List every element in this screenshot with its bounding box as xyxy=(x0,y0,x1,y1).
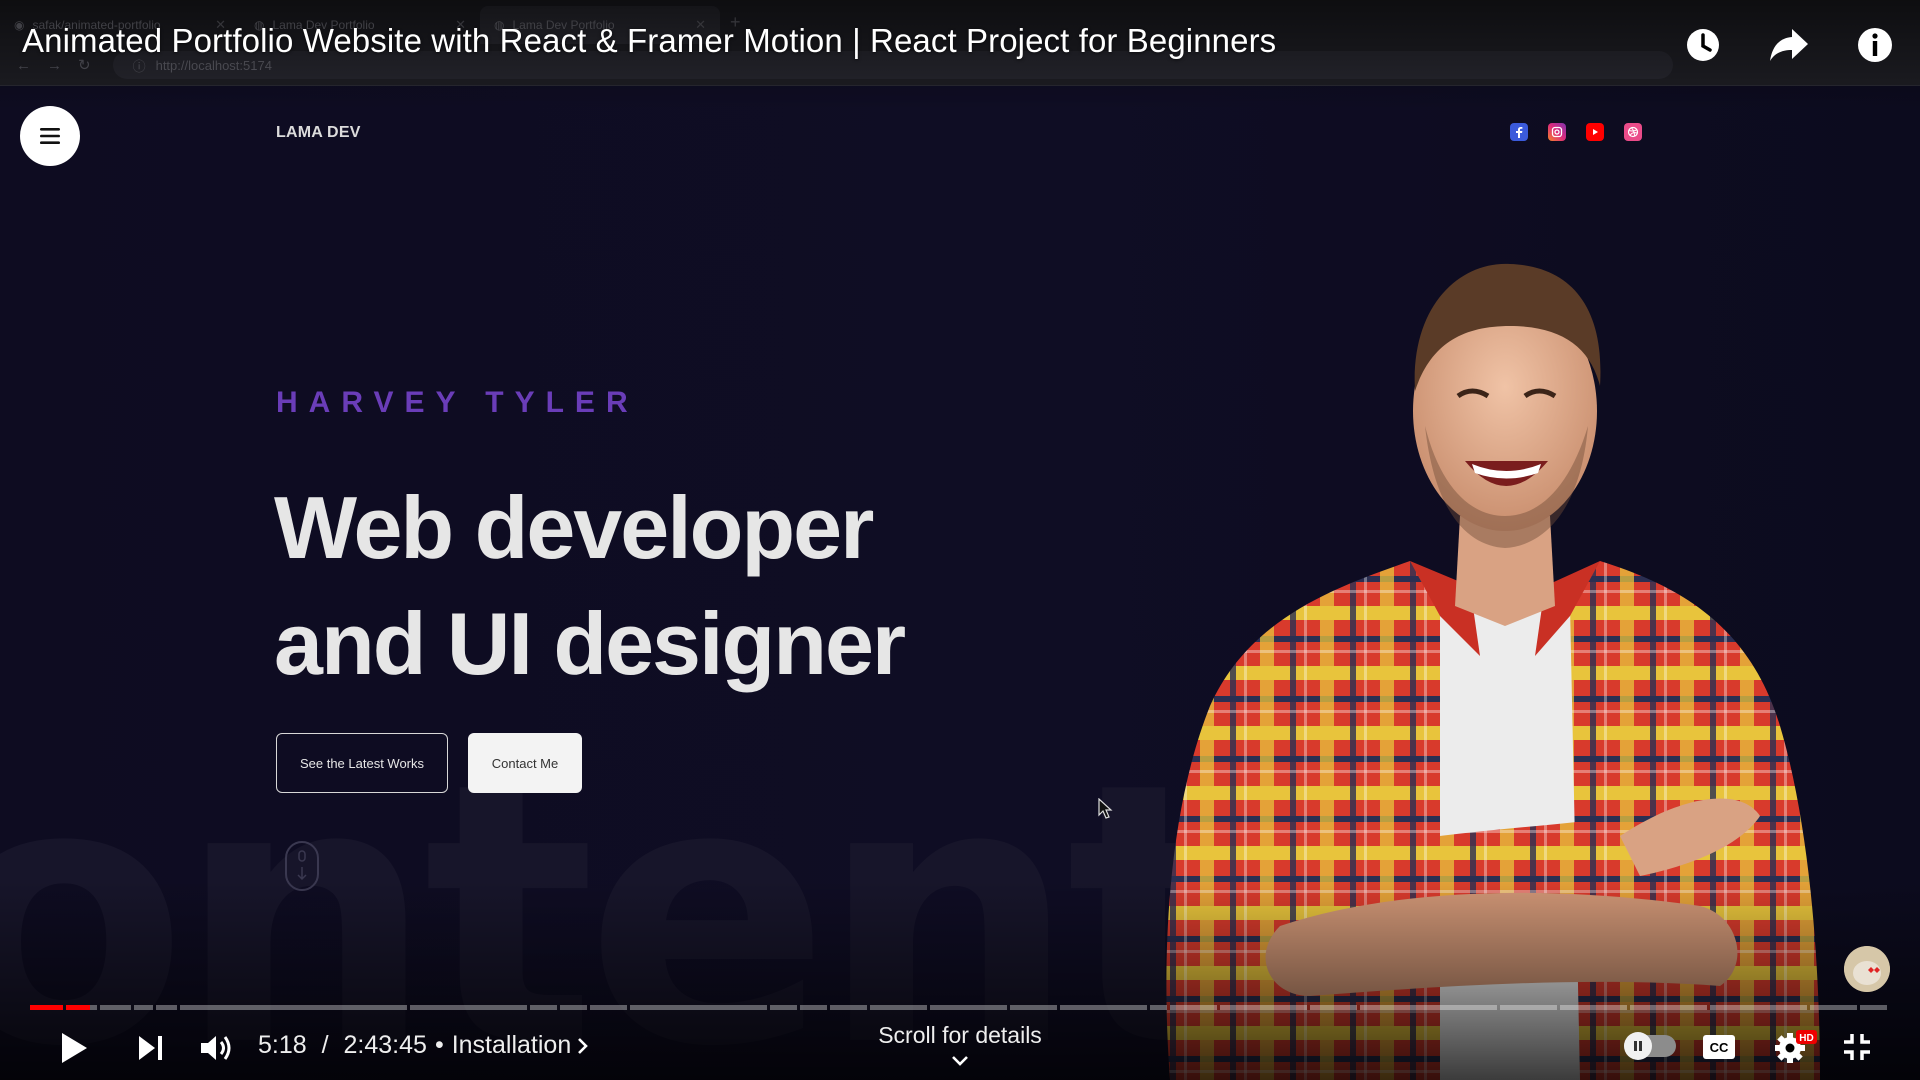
watch-later-button[interactable] xyxy=(1680,22,1726,68)
exit-fullscreen-button[interactable] xyxy=(1840,1030,1874,1064)
progress-played xyxy=(30,1005,63,1010)
progress-chapter-segment[interactable] xyxy=(1060,1005,1147,1010)
volume-icon xyxy=(201,1036,231,1060)
autoplay-knob xyxy=(1624,1032,1652,1060)
hero-title: Web developer and UI designer xyxy=(274,470,906,702)
info-icon xyxy=(1858,28,1892,62)
progress-chapter-segment[interactable] xyxy=(410,1005,527,1010)
share-arrow-icon xyxy=(1770,29,1808,61)
play-icon xyxy=(62,1033,87,1063)
progress-chapter-segment[interactable] xyxy=(770,1005,797,1010)
settings-button[interactable]: HD xyxy=(1774,1028,1818,1064)
progress-chapter-segment[interactable] xyxy=(1010,1005,1057,1010)
cc-label: CC xyxy=(1710,1040,1729,1055)
scroll-mouse-icon xyxy=(285,841,319,891)
captions-button[interactable]: CC xyxy=(1702,1032,1736,1062)
progress-chapter-segment[interactable] xyxy=(100,1005,131,1010)
instagram-icon xyxy=(1548,123,1566,141)
progress-chapter-segment[interactable] xyxy=(1710,1005,1807,1010)
exit-fullscreen-icon xyxy=(1844,1034,1870,1060)
progress-chapter-segment[interactable] xyxy=(1310,1005,1357,1010)
chapter-title: Installation xyxy=(451,1031,572,1059)
scroll-for-details[interactable]: Scroll for details xyxy=(860,1022,1060,1049)
progress-chapter-segment[interactable] xyxy=(560,1005,587,1010)
portfolio-page: ontent LAMA DEV HARVEY TYLER Web develop… xyxy=(0,86,1920,1080)
progress-chapter-segment[interactable] xyxy=(930,1005,1007,1010)
autoplay-toggle[interactable] xyxy=(1624,1032,1676,1060)
share-button[interactable] xyxy=(1766,22,1812,68)
hero-title-line: Web developer xyxy=(274,478,874,577)
top-actions xyxy=(1680,22,1898,68)
next-button[interactable] xyxy=(134,1030,168,1066)
progress-chapter-segment[interactable] xyxy=(630,1005,767,1010)
video-title[interactable]: Animated Portfolio Website with React & … xyxy=(22,22,1276,60)
social-links xyxy=(1510,123,1642,141)
progress-chapter-segment[interactable] xyxy=(1170,1005,1217,1010)
info-button[interactable] xyxy=(1852,22,1898,68)
mouse-cursor-icon xyxy=(1098,798,1113,819)
progress-chapter-segment[interactable] xyxy=(1150,1005,1167,1010)
hd-badge: HD xyxy=(1799,1033,1813,1044)
duration: 2:43:45 xyxy=(343,1031,427,1059)
progress-chapter-segment[interactable] xyxy=(870,1005,927,1010)
pause-icon xyxy=(1634,1041,1642,1051)
hero-person-image xyxy=(1166,263,1820,1080)
channel-avatar[interactable] xyxy=(1844,946,1890,992)
hamburger-icon xyxy=(40,128,60,144)
volume-button[interactable] xyxy=(196,1030,236,1066)
progress-chapter-segment[interactable] xyxy=(156,1005,177,1010)
progress-chapter-segment[interactable] xyxy=(1810,1005,1857,1010)
hero-title-line: and UI designer xyxy=(274,594,906,693)
play-button[interactable] xyxy=(56,1028,92,1068)
chevron-down-icon[interactable] xyxy=(950,1054,970,1068)
youtube-icon xyxy=(1586,123,1604,141)
time-display: 5:18 / 2:43:45 • Installation xyxy=(258,1031,589,1060)
closed-captions-icon: CC xyxy=(1703,1035,1735,1059)
contact-me-button: Contact Me xyxy=(468,733,582,793)
avatar-face-icon xyxy=(1844,946,1890,992)
progress-chapter-segment[interactable] xyxy=(1560,1005,1627,1010)
progress-chapter-segment[interactable] xyxy=(1630,1005,1707,1010)
chapter-separator: • xyxy=(434,1031,444,1059)
progress-bar[interactable] xyxy=(30,1005,1890,1010)
progress-chapter-segment[interactable] xyxy=(1860,1005,1887,1010)
see-latest-works-button: See the Latest Works xyxy=(276,733,448,793)
progress-chapter-segment[interactable] xyxy=(1360,1005,1497,1010)
progress-chapter-segment[interactable] xyxy=(1220,1005,1307,1010)
current-time: 5:18 xyxy=(258,1031,307,1059)
skip-next-icon xyxy=(139,1036,162,1060)
brand-logo: LAMA DEV xyxy=(276,124,361,141)
progress-chapter-segment[interactable] xyxy=(530,1005,557,1010)
progress-chapter-segment[interactable] xyxy=(590,1005,627,1010)
facebook-icon xyxy=(1510,123,1528,141)
gear-icon: HD xyxy=(1775,1030,1817,1063)
chapter-button[interactable]: Installation xyxy=(452,1031,590,1060)
dribbble-icon xyxy=(1624,123,1642,141)
progress-chapter-segment[interactable] xyxy=(180,1005,407,1010)
progress-chapter-segment[interactable] xyxy=(1500,1005,1557,1010)
progress-chapter-segment[interactable] xyxy=(830,1005,867,1010)
chevron-right-icon xyxy=(578,1037,589,1054)
clock-icon xyxy=(1687,29,1719,61)
hamburger-menu-button xyxy=(20,106,80,166)
hero-name: HARVEY TYLER xyxy=(276,386,639,419)
progress-chapter-segment[interactable] xyxy=(134,1005,153,1010)
time-separator: / xyxy=(314,1031,336,1059)
progress-chapter-segment[interactable] xyxy=(800,1005,827,1010)
progress-played xyxy=(66,1005,90,1010)
